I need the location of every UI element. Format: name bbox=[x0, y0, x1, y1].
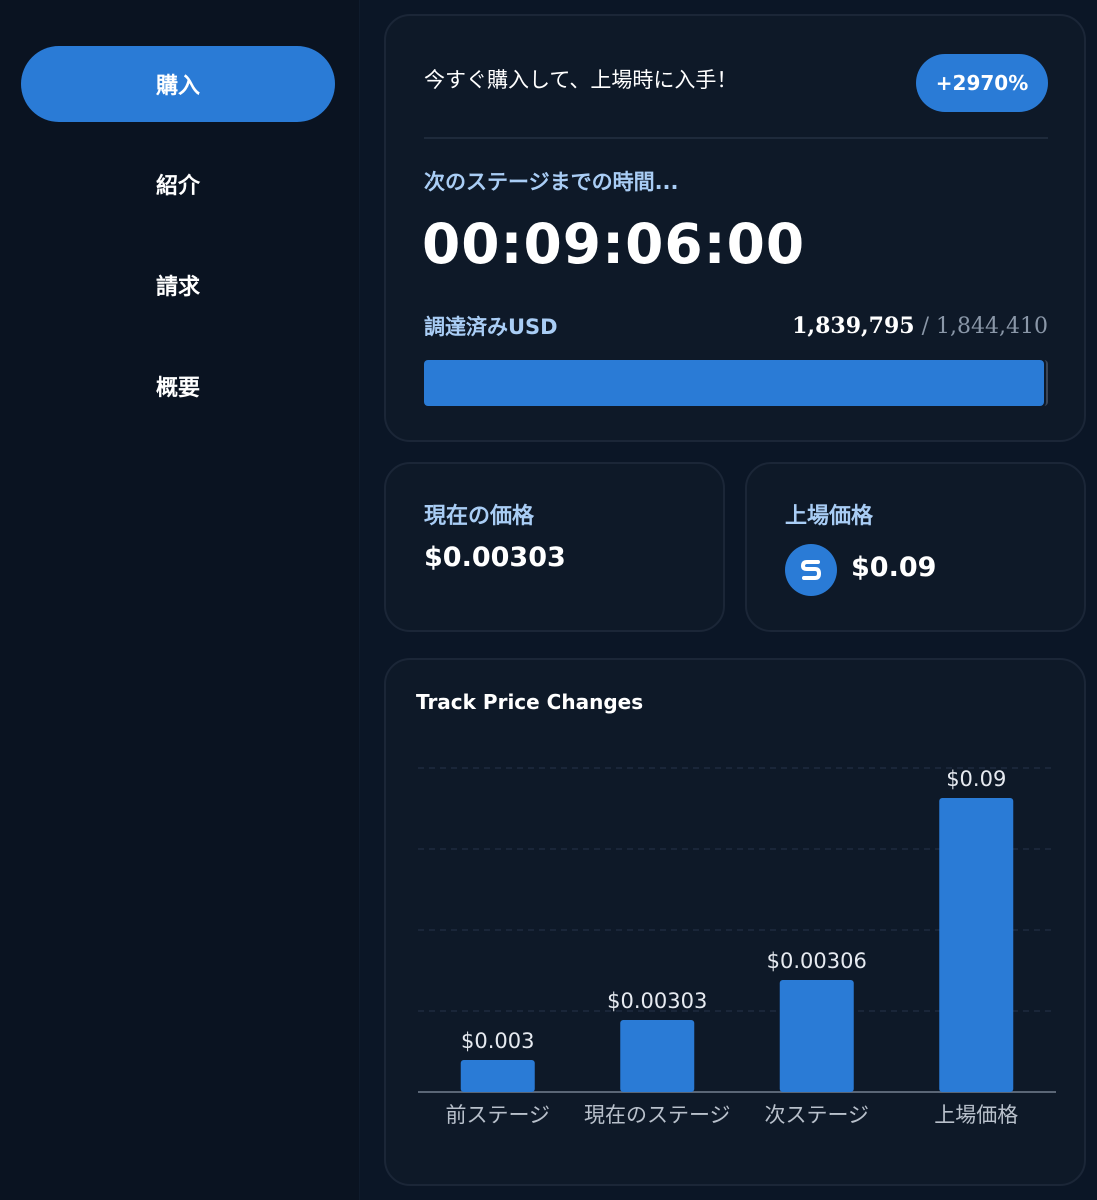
chart-data-label: $0.00306 bbox=[767, 949, 867, 973]
chart-data-label: $0.003 bbox=[461, 1029, 534, 1053]
chart-tick-label: 前ステージ bbox=[445, 1103, 550, 1127]
progress-bar bbox=[424, 360, 1048, 406]
chart-bar bbox=[939, 798, 1014, 1092]
progress-fill bbox=[424, 360, 1045, 406]
bonus-badge: +2970% bbox=[916, 54, 1048, 112]
price-chart-card: Track Price Changes $0.003 前ステージ $0.00303 現… bbox=[384, 658, 1086, 1186]
chart-bar bbox=[779, 980, 854, 1092]
raised-label: 調達済みUSD bbox=[424, 315, 558, 339]
raised-current: 1,839,795 bbox=[792, 313, 915, 339]
presale-card: 今すぐ購入して、上場時に入手！ +2970% 次のステージまでの時間... 00… bbox=[384, 14, 1086, 442]
token-s-icon bbox=[785, 544, 837, 596]
sidebar-item-claim[interactable]: 請求 bbox=[21, 247, 335, 323]
promo-text: 今すぐ購入して、上場時に入手！ bbox=[424, 68, 738, 92]
raised-separator: / bbox=[921, 314, 930, 339]
price-chart: $0.003 前ステージ $0.00303 現在のステージ $0.00306 次ステージ $… bbox=[418, 767, 1056, 1127]
chart-tick-label: 次ステージ bbox=[764, 1103, 869, 1127]
sidebar-item-overview[interactable]: 概要 bbox=[21, 348, 335, 424]
chart-bar bbox=[620, 1020, 695, 1092]
next-stage-label: 次のステージまでの時間... bbox=[424, 170, 679, 194]
chart-tick-label: 現在のステージ bbox=[584, 1103, 731, 1127]
current-price-value: $0.00303 bbox=[424, 542, 566, 573]
chart-data-label: $0.00303 bbox=[607, 989, 707, 1013]
listing-price-label: 上場価格 bbox=[785, 504, 874, 529]
chart-tick-label: 上場価格 bbox=[934, 1103, 1018, 1127]
current-price-label: 現在の価格 bbox=[424, 504, 535, 529]
chart-bar bbox=[460, 1060, 535, 1092]
sidebar: 購入 紹介 請求 概要 bbox=[0, 0, 360, 1200]
listing-price-card: 上場価格 $0.09 bbox=[745, 462, 1086, 632]
countdown-timer: 00:09:06:00 bbox=[422, 212, 806, 276]
current-price-card: 現在の価格 $0.00303 bbox=[384, 462, 725, 632]
raised-amount: 1,839,795 / 1,844,410 bbox=[792, 313, 1048, 339]
chart-data-label: $0.09 bbox=[946, 767, 1006, 791]
sidebar-item-referral[interactable]: 紹介 bbox=[21, 146, 335, 222]
raised-goal: 1,844,410 bbox=[936, 314, 1048, 339]
sidebar-item-buy[interactable]: 購入 bbox=[21, 46, 335, 122]
listing-price-value: $0.09 bbox=[851, 552, 937, 583]
divider bbox=[424, 137, 1048, 139]
